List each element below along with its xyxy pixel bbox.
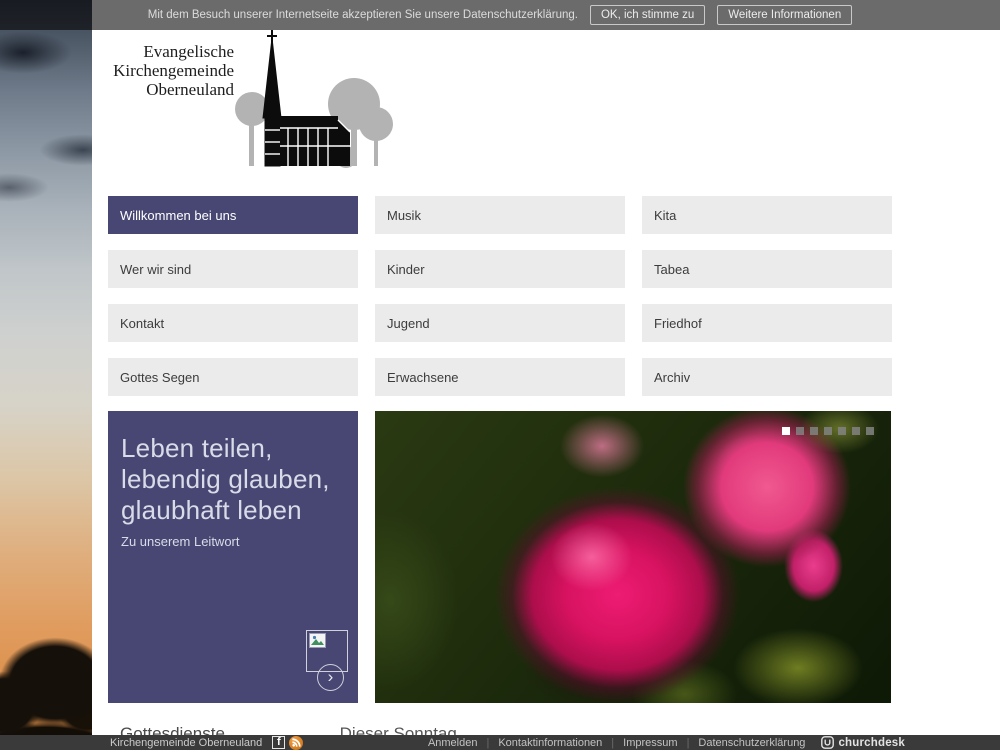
nav-item-willkommen[interactable]: Willkommen bei uns (108, 196, 358, 234)
site-logo-text: Evangelische Kirchengemeinde Oberneuland (108, 42, 234, 99)
sunset-background-photo (0, 0, 92, 750)
cookie-banner: Mit dem Besuch unserer Internetseite akz… (0, 0, 1000, 30)
hero-headline-line-3: glaubhaft leben (121, 495, 358, 526)
broken-image-icon (309, 633, 326, 648)
nav-item-kontakt[interactable]: Kontakt (108, 304, 358, 342)
rss-icon[interactable] (289, 736, 303, 750)
footer-divider: | (486, 737, 489, 749)
cookie-info-button[interactable]: Weitere Informationen (717, 5, 852, 25)
footer-link-kontaktinformationen[interactable]: Kontaktinformationen (498, 737, 602, 749)
footer-link-datenschutz[interactable]: Datenschutzerklärung (698, 737, 805, 749)
logo-line-3: Oberneuland (108, 80, 234, 99)
nav-item-jugend[interactable]: Jugend (375, 304, 625, 342)
footer-divider: | (611, 737, 614, 749)
chevron-right-icon: › (328, 668, 334, 685)
footer-link-anmelden[interactable]: Anmelden (428, 737, 478, 749)
church-illustration-icon (230, 30, 398, 172)
leitwort-link[interactable]: Zu unserem Leitwort (121, 534, 240, 549)
main-navigation: Willkommen bei uns Musik Kita Wer wir si… (108, 196, 892, 396)
footer-divider: | (687, 737, 690, 749)
logo-line-2: Kirchengemeinde (108, 61, 234, 80)
slide-dot-6[interactable] (852, 427, 860, 435)
nav-item-wer-wir-sind[interactable]: Wer wir sind (108, 250, 358, 288)
logo-line-1: Evangelische (108, 42, 234, 61)
hero-headline-line-2: lebendig glauben, (121, 464, 358, 495)
slide-dot-4[interactable] (824, 427, 832, 435)
churchdesk-logo[interactable]: churchdesk (821, 736, 905, 749)
cookie-accept-button[interactable]: OK, ich stimme zu (590, 5, 705, 25)
churchdesk-icon (821, 736, 834, 749)
nav-item-friedhof[interactable]: Friedhof (642, 304, 892, 342)
nav-item-kita[interactable]: Kita (642, 196, 892, 234)
nav-item-musik[interactable]: Musik (375, 196, 625, 234)
hero-headline-line-1: Leben teilen, (121, 433, 358, 464)
slider-next-button[interactable]: › (317, 664, 344, 691)
cookie-message: Mit dem Besuch unserer Internetseite akz… (148, 9, 578, 21)
slide-dot-5[interactable] (838, 427, 846, 435)
slide-pagination (782, 427, 874, 435)
slide-dot-3[interactable] (810, 427, 818, 435)
nav-item-tabea[interactable]: Tabea (642, 250, 892, 288)
hero-slide-text-panel: Leben teilen, lebendig glauben, glaubhaf… (108, 411, 358, 703)
nav-item-erwachsene[interactable]: Erwachsene (375, 358, 625, 396)
footer-link-impressum[interactable]: Impressum (623, 737, 677, 749)
site-logo[interactable]: Evangelische Kirchengemeinde Oberneuland (108, 36, 398, 168)
slide-dot-7[interactable] (866, 427, 874, 435)
churchdesk-wordmark: churchdesk (838, 737, 905, 749)
facebook-icon[interactable]: f (272, 736, 285, 749)
hero-headline: Leben teilen, lebendig glauben, glaubhaf… (108, 411, 358, 526)
footer-site-name: Kirchengemeinde Oberneuland (110, 737, 262, 749)
nav-item-kinder[interactable]: Kinder (375, 250, 625, 288)
slide-dot-1[interactable] (782, 427, 790, 435)
nav-item-gottes-segen[interactable]: Gottes Segen (108, 358, 358, 396)
slide-dot-2[interactable] (796, 427, 804, 435)
footer-bar: Kirchengemeinde Oberneuland f Anmelden |… (0, 735, 1000, 750)
nav-item-archiv[interactable]: Archiv (642, 358, 892, 396)
hero-slide-photo (375, 411, 891, 703)
